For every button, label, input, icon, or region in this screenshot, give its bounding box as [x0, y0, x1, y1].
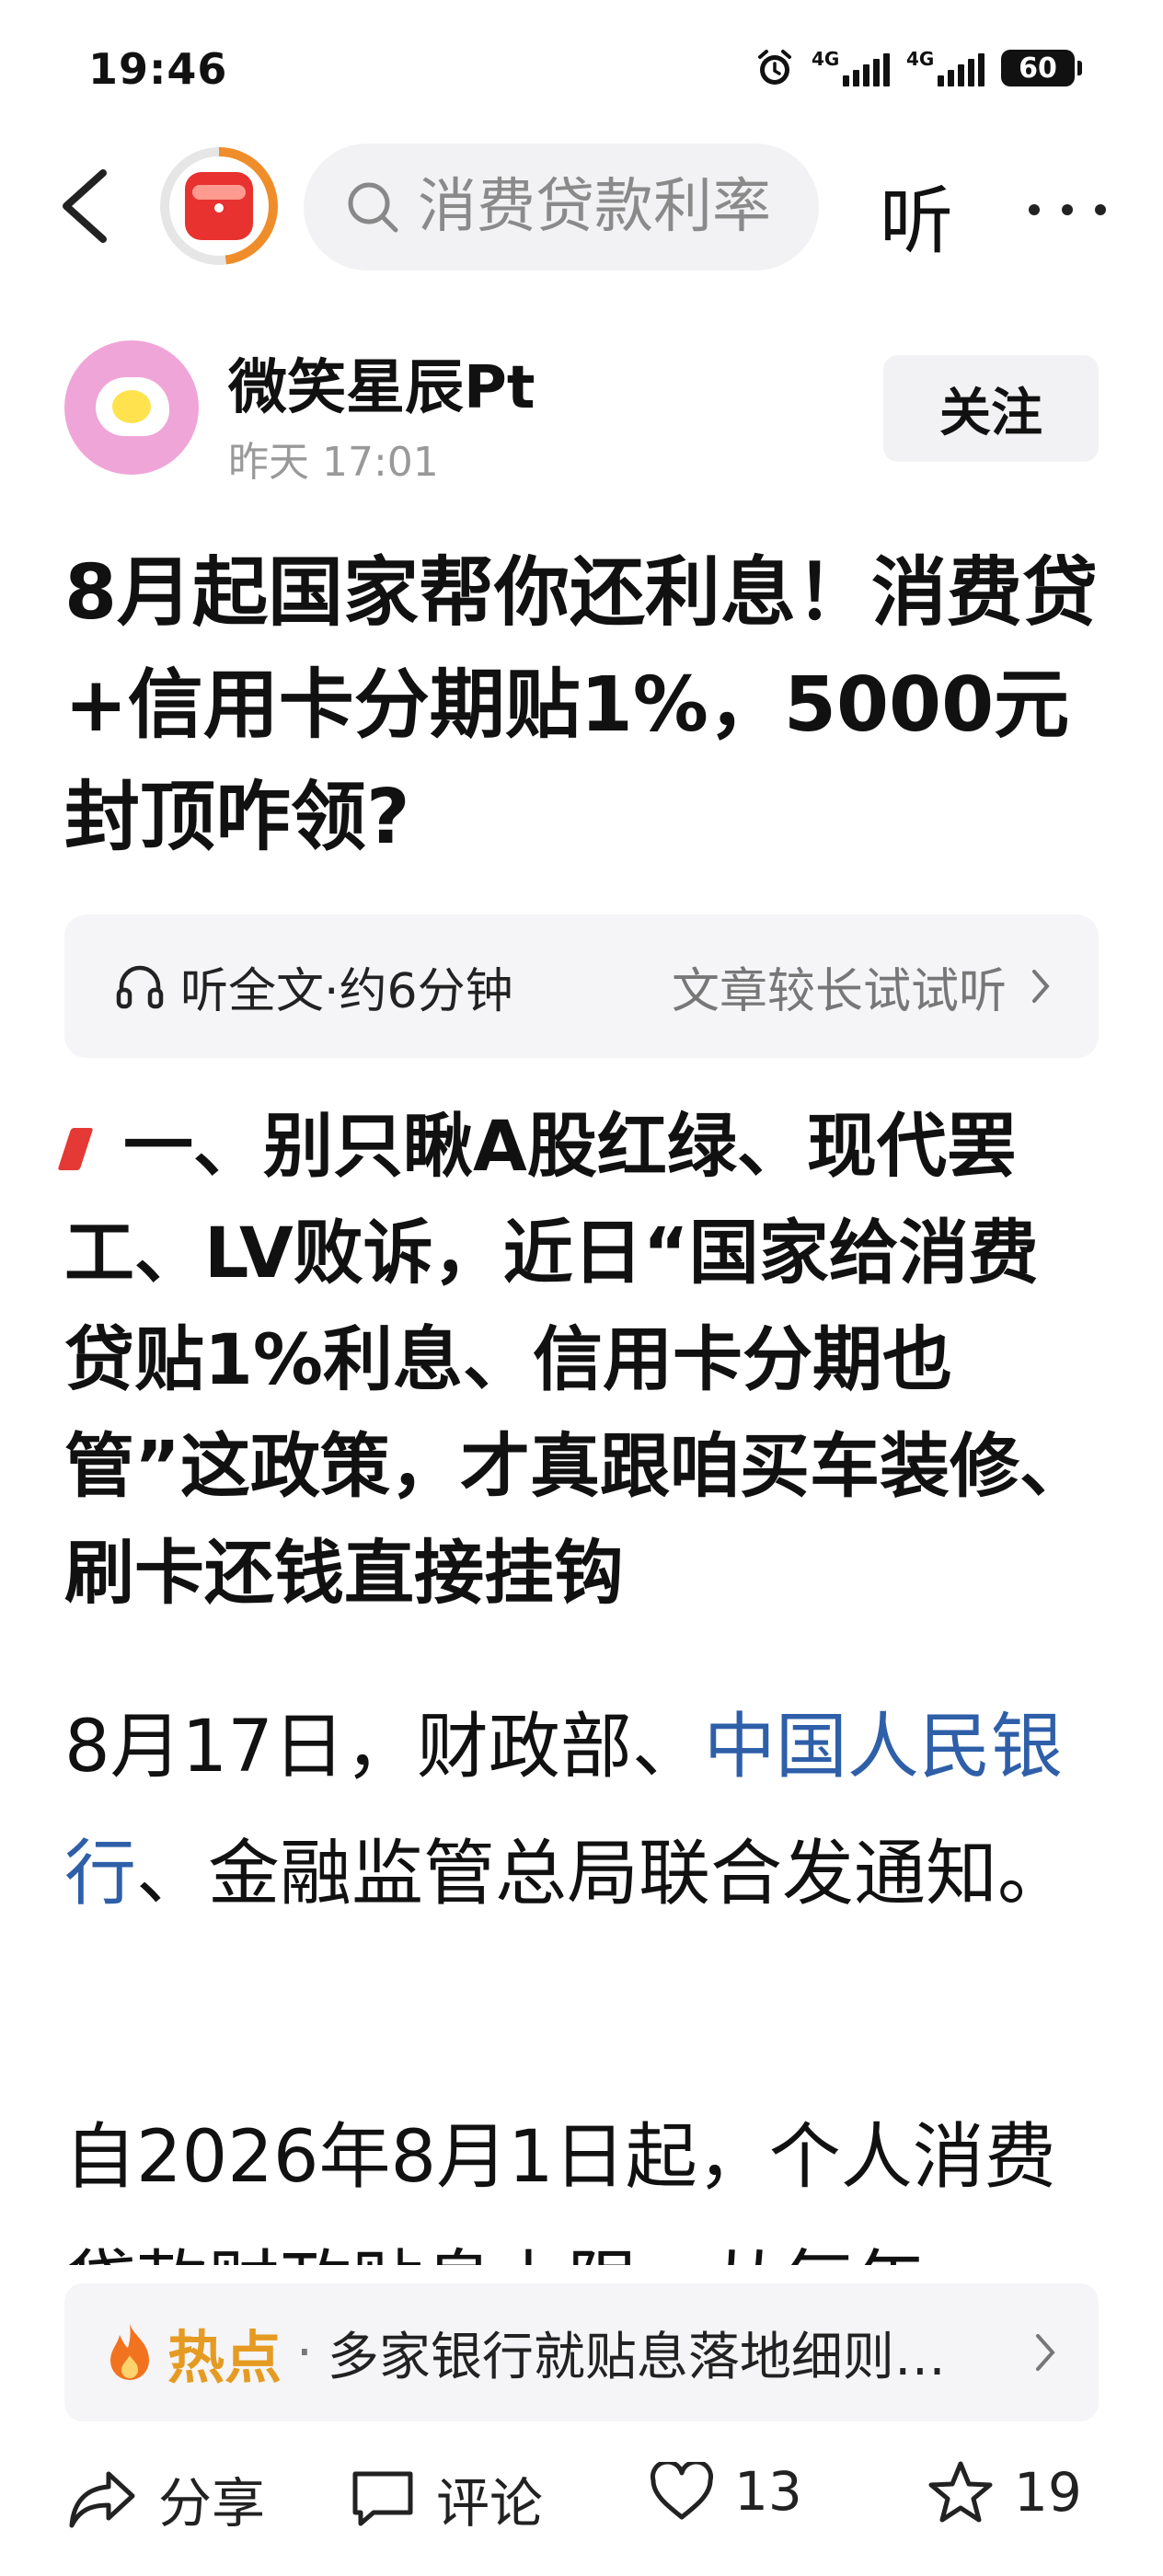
like-button[interactable]: 13: [650, 2460, 802, 2523]
search-icon: [348, 182, 398, 233]
app-logo[interactable]: [160, 147, 278, 265]
more-options-icon[interactable]: [1029, 171, 1106, 215]
listen-full-article-banner[interactable]: 听全文·约6分钟 文章较长试试听: [64, 914, 1099, 1058]
author-name[interactable]: 微笑星辰Pt: [228, 340, 535, 425]
listen-button[interactable]: 听: [880, 162, 953, 269]
status-icons: 4G 4G 60: [754, 48, 1082, 88]
search-input[interactable]: [418, 173, 786, 241]
favorite-count: 19: [1014, 2461, 1082, 2524]
chevron-right-icon: [1036, 2334, 1055, 2371]
hot-news-text[interactable]: 多家银行就贴息落地细则作出回应: [328, 2316, 953, 2390]
alarm-icon: [758, 50, 791, 85]
share-button[interactable]: 分享: [68, 2460, 265, 2537]
star-icon: [928, 2461, 993, 2523]
paragraph-1: 8月17日，财政部、中国人民银行、金融监管总局联合发通知。: [64, 1706, 1070, 1915]
favorite-button[interactable]: 19: [927, 2460, 1082, 2524]
bottom-action-bar: 分享 评论 13 19: [0, 2438, 1163, 2558]
comment-button[interactable]: 评论: [350, 2460, 543, 2537]
chevron-right-icon: [1032, 970, 1050, 1003]
signal-icon-2: 4G: [906, 48, 985, 86]
back-arrow-icon[interactable]: [53, 166, 118, 247]
hot-label: 热点: [167, 2324, 282, 2391]
listen-label: 听全文·约6分钟: [180, 963, 513, 1019]
headphones-icon: [116, 965, 164, 1009]
article-title: 8月起国家帮你还利息！消费贷+信用卡分期贴1%，5000元封顶咋领?: [64, 549, 1099, 861]
hot-separator: ·: [296, 2322, 313, 2383]
search-bar[interactable]: [304, 144, 819, 270]
share-icon: [69, 2471, 135, 2528]
author-avatar[interactable]: [64, 340, 199, 475]
status-time: 19:46: [88, 44, 228, 94]
follow-button[interactable]: 关注: [883, 355, 1099, 462]
signal-icon: 4G: [812, 48, 890, 86]
heart-icon: [651, 2462, 713, 2520]
comment-icon: [352, 2471, 413, 2526]
paragraph-2: 自2026年8月1日起，个人消费贷款财政贴息上限，从每年: [64, 2116, 1056, 2265]
battery-icon: 60: [1001, 50, 1082, 86]
post-date: 昨天 17:01: [228, 439, 439, 486]
listen-hint: 文章较长试试听: [671, 963, 1007, 1019]
section-heading: 一、别只瞅A股红绿、现代罢工、LV败诉，近日“国家给消费贷贴1%利息、信用卡分期…: [64, 1105, 1089, 1614]
like-count: 13: [734, 2460, 802, 2523]
hot-topic-bar[interactable]: 热点 · 多家银行就贴息落地细则作出回应: [64, 2283, 1099, 2421]
red-bag-icon: [185, 172, 253, 240]
flame-icon: [110, 2324, 149, 2380]
